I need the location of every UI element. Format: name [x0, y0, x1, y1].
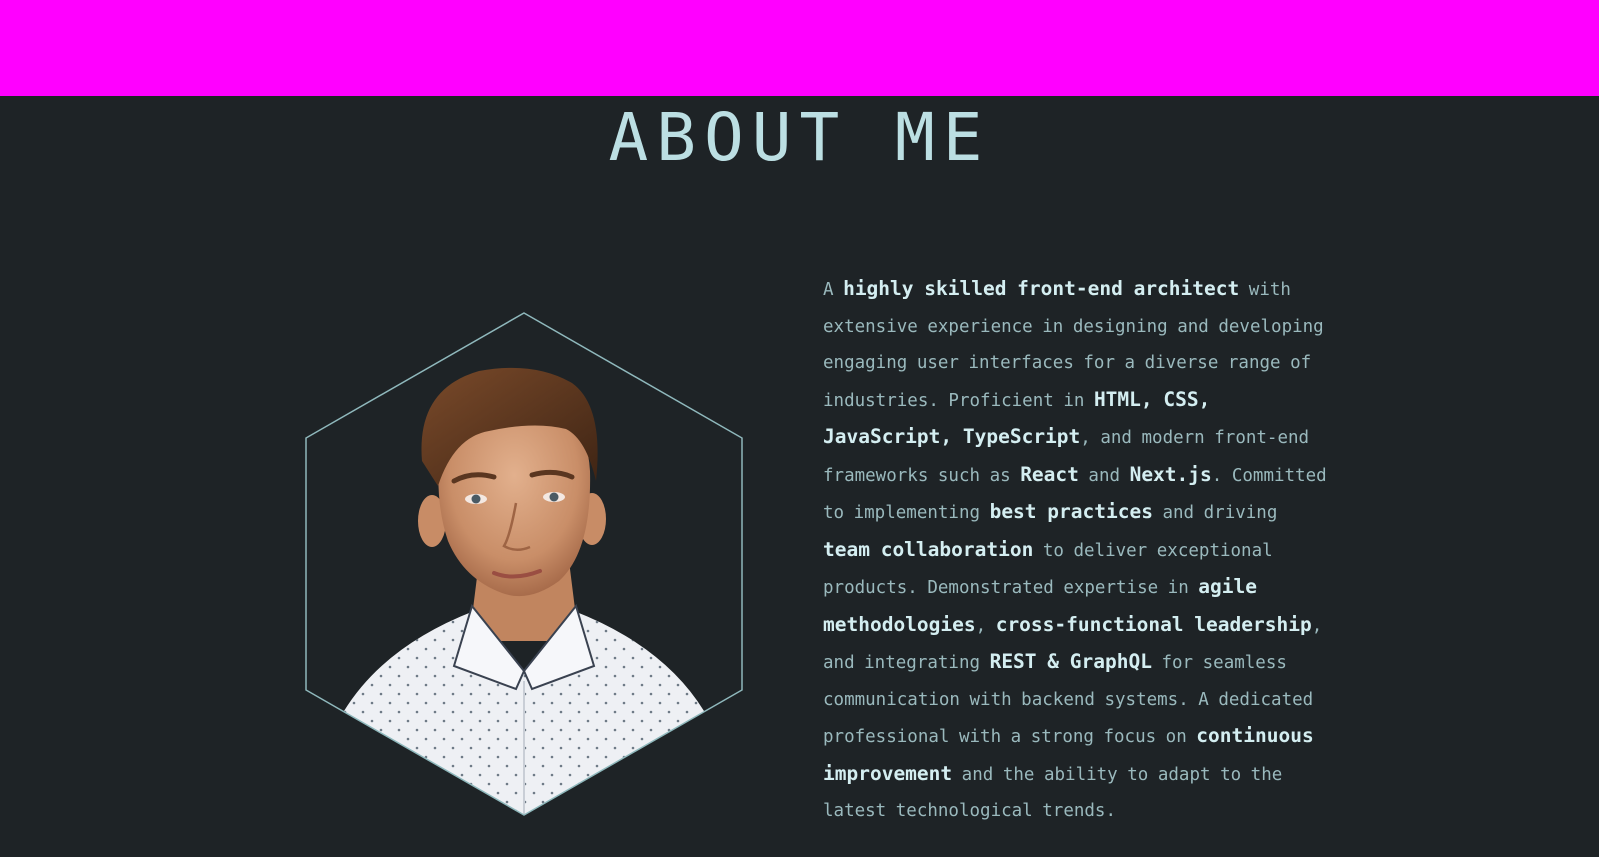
- about-highlight: highly skilled front-end architect: [843, 277, 1240, 300]
- about-highlight: team collaboration: [823, 537, 1034, 561]
- portrait-frame: [304, 311, 744, 817]
- about-highlight: cross-functional leadership: [995, 612, 1312, 636]
- about-highlight: React: [1020, 462, 1079, 486]
- about-text-segment: and driving: [1152, 503, 1278, 523]
- section-title: ABOUT ME: [608, 99, 991, 176]
- portrait-photo-icon: [305, 312, 743, 816]
- about-highlight: REST & GraphQL: [989, 650, 1152, 673]
- about-text-segment: and: [1078, 465, 1130, 486]
- about-highlight: best practices: [989, 500, 1153, 523]
- about-text-segment: A: [823, 280, 844, 300]
- top-header-bar: [0, 0, 1599, 96]
- about-highlight: Next.js: [1129, 462, 1212, 486]
- about-text-segment: ,: [975, 615, 996, 636]
- about-description: A highly skilled front-end architect wit…: [823, 271, 1333, 830]
